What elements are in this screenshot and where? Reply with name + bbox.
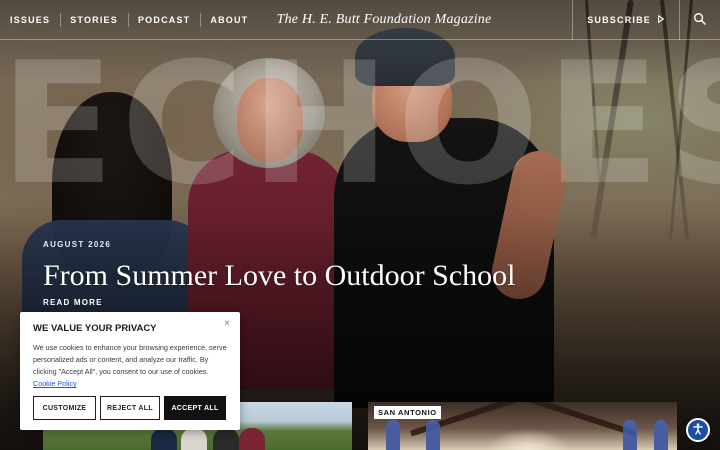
subscribe-button[interactable]: SUBSCRIBE <box>572 0 680 40</box>
reject-all-button[interactable]: REJECT ALL <box>100 396 160 420</box>
accessibility-icon <box>691 422 705 439</box>
stained-glass-window <box>386 420 400 450</box>
customize-button[interactable]: CUSTOMIZE <box>33 396 96 420</box>
hero-headline[interactable]: From Summer Love to Outdoor School <box>43 259 603 292</box>
brand-title[interactable]: The H. E. Butt Foundation Magazine <box>230 0 538 40</box>
card-person <box>181 428 207 450</box>
search-icon <box>693 12 707 29</box>
stained-glass-window <box>426 420 440 450</box>
search-button[interactable] <box>680 0 720 40</box>
stained-glass-window <box>654 420 668 450</box>
top-navigation-bar: ISSUES STORIES PODCAST ABOUT The H. E. B… <box>0 0 720 40</box>
nav-item-issues[interactable]: ISSUES <box>0 0 60 40</box>
cookie-body-text: We use cookies to enhance your browsing … <box>33 343 227 376</box>
nav-item-podcast[interactable]: PODCAST <box>127 0 200 40</box>
close-icon: × <box>224 317 230 329</box>
play-arrow-icon <box>657 14 665 25</box>
card-location-tag: SAN ANTONIO <box>374 406 441 419</box>
card-person <box>239 428 265 450</box>
cookie-actions: CUSTOMIZE REJECT ALL ACCEPT ALL <box>33 396 226 420</box>
card-person <box>213 428 239 450</box>
header-actions: SUBSCRIBE <box>572 0 720 40</box>
issue-date: AUGUST 2026 <box>43 240 112 249</box>
cookie-policy-link[interactable]: Cookie Policy <box>33 379 77 388</box>
cookie-close-button[interactable]: × <box>221 317 233 329</box>
cookie-title: WE VALUE YOUR PRIVACY <box>33 323 157 334</box>
nav-item-stories[interactable]: STORIES <box>60 0 128 40</box>
cookie-body: We use cookies to enhance your browsing … <box>33 342 227 390</box>
subscribe-label: SUBSCRIBE <box>587 15 651 25</box>
stained-glass-window <box>623 420 637 450</box>
hero-text: AUGUST 2026 From Summer Love to Outdoor … <box>43 240 603 310</box>
cookie-consent-banner: × WE VALUE YOUR PRIVACY We use cookies t… <box>20 312 240 430</box>
accessibility-button[interactable] <box>686 418 710 442</box>
card-person <box>151 428 177 450</box>
accept-all-button[interactable]: ACCEPT ALL <box>164 396 226 420</box>
main-nav: ISSUES STORIES PODCAST ABOUT <box>0 0 258 40</box>
read-more-link[interactable]: READ MORE <box>43 298 103 307</box>
card-beam <box>520 402 636 437</box>
